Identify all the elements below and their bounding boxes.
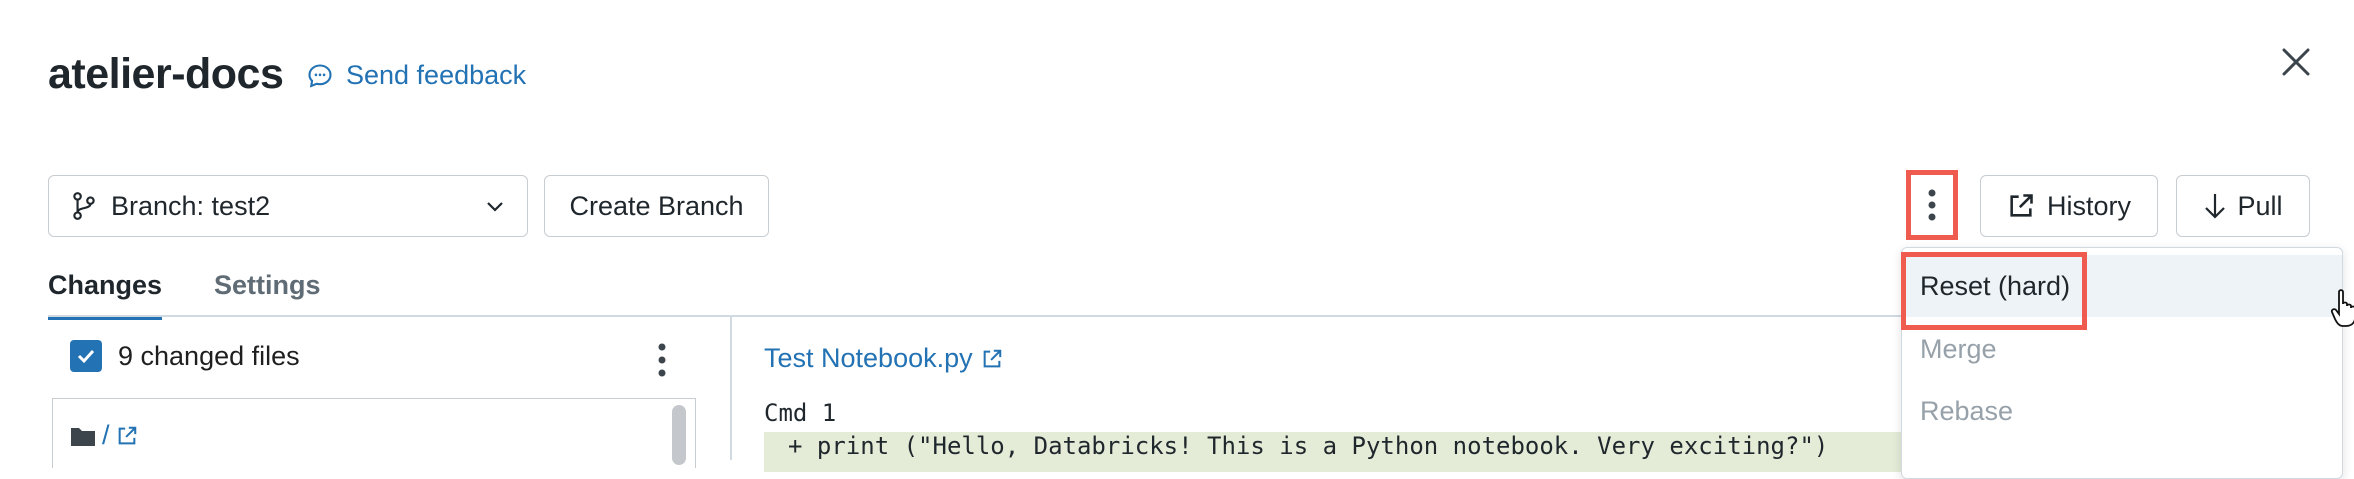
page-title: atelier-docs [48,50,284,98]
tab-changes[interactable]: Changes [48,270,163,320]
chat-bubble-icon [308,63,332,88]
menu-item-merge[interactable]: Merge [1902,318,2342,380]
more-options-button[interactable] [1906,170,1958,240]
cmd-label: Cmd 1 [764,399,837,427]
changed-files-label: 9 changed files [118,340,300,371]
changes-kebab-icon[interactable] [650,340,674,380]
chevron-down-icon [487,202,503,212]
send-feedback-label: Send feedback [346,60,527,90]
hand-pointer-icon [2330,289,2354,327]
branch-select-label: Branch: test2 [111,190,271,221]
notebook-name: Test Notebook.py [764,343,973,373]
pull-button[interactable]: Pull [2176,175,2310,237]
create-branch-label: Create Branch [569,190,744,221]
file-tree [52,398,696,468]
select-all-checkbox[interactable] [70,340,102,372]
panel-divider [730,316,732,460]
menu-item-reset-hard[interactable]: Reset (hard) [1902,255,2342,317]
arrow-down-icon [2205,194,2226,219]
kebab-menu-icon [1928,189,1936,221]
close-icon[interactable] [2278,44,2314,80]
tab-bar: Changes Settings [48,270,321,320]
pull-label: Pull [2237,190,2283,221]
external-link-icon [983,349,1001,367]
tab-settings[interactable]: Settings [214,270,321,320]
external-link-icon [118,426,136,444]
file-tree-root-folder[interactable]: / [70,420,138,451]
notebook-link[interactable]: Test Notebook.py [764,343,1003,374]
branch-select[interactable]: Branch: test2 [48,175,528,237]
create-branch-button[interactable]: Create Branch [544,175,769,237]
folder-icon [71,427,95,446]
root-folder-label: / [102,420,110,450]
menu-item-rebase[interactable]: Rebase [1902,380,2342,442]
diff-added-line: + print ("Hello, Databricks! This is a P… [764,432,1954,472]
file-tree-scrollbar[interactable] [672,405,686,465]
changed-files-row: 9 changed files [70,340,300,372]
external-link-icon [2010,194,2033,217]
history-label: History [2046,190,2131,221]
git-branch-icon [73,192,95,220]
history-button[interactable]: History [1980,175,2158,237]
checkmark-icon [77,349,95,364]
more-options-menu: Reset (hard) Merge Rebase [1901,247,2343,479]
send-feedback-link[interactable]: Send feedback [306,60,526,91]
